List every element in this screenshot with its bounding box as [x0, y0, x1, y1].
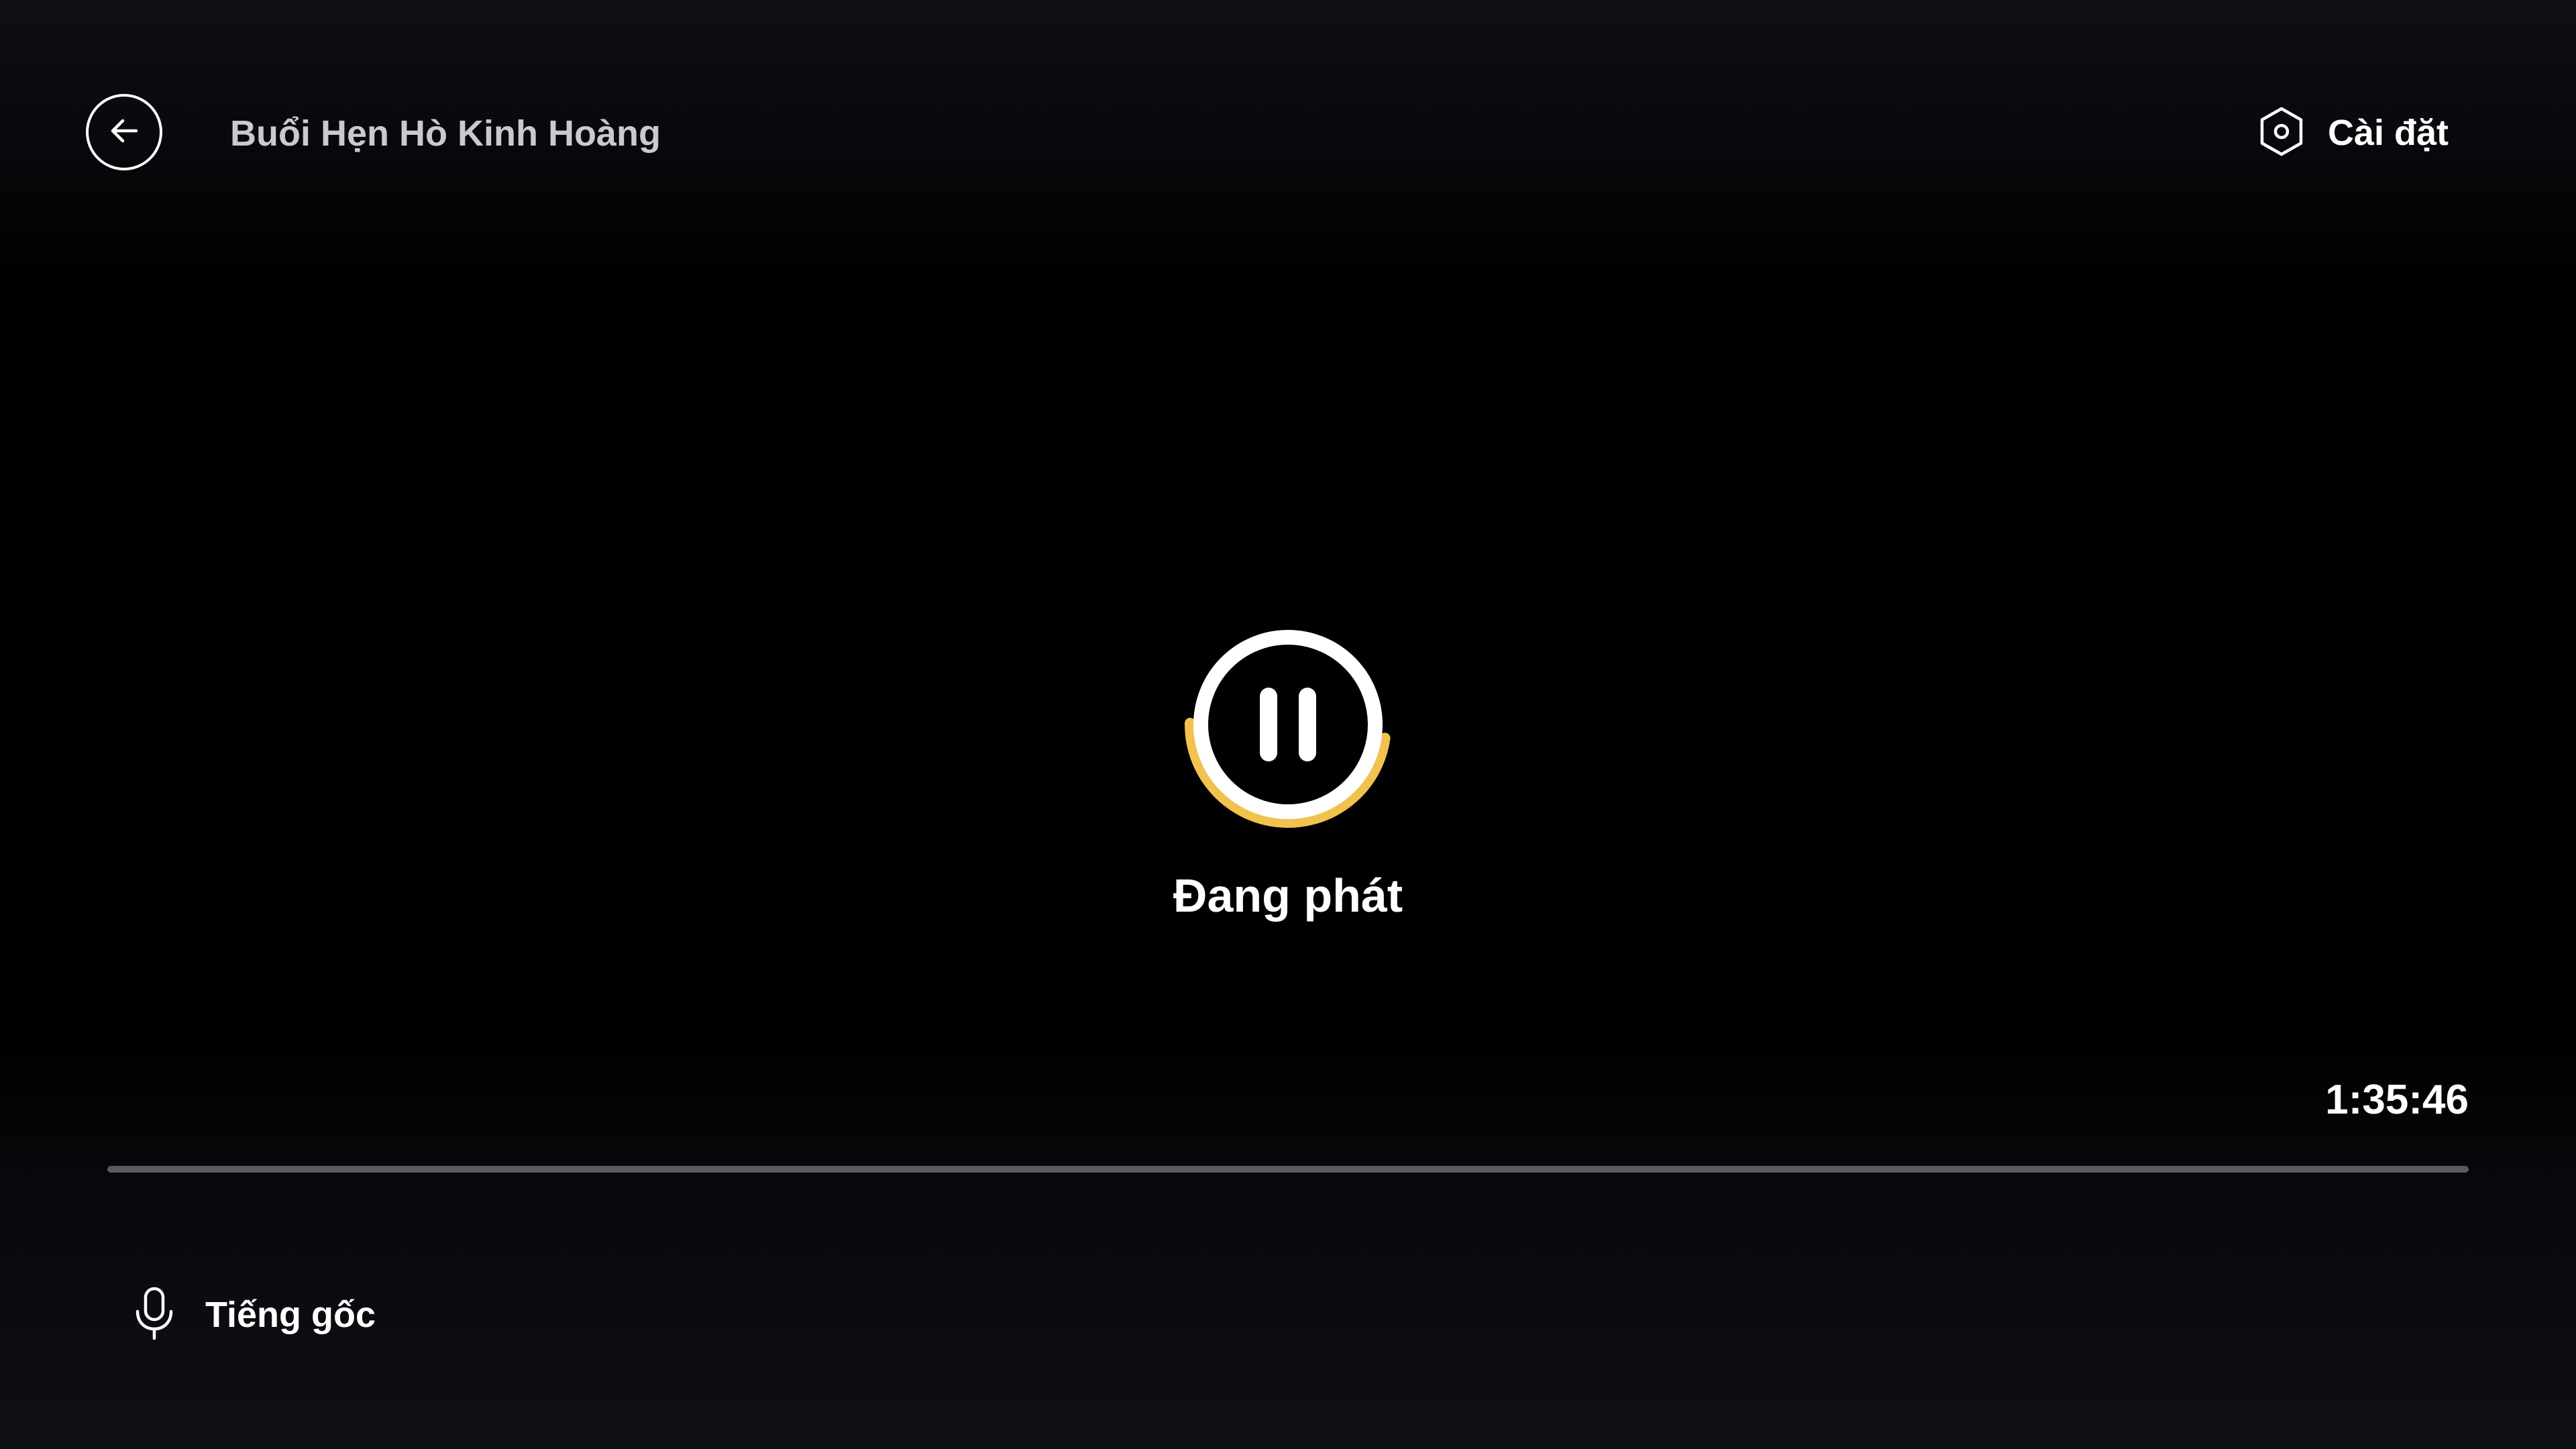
- pause-button-ring: [1193, 630, 1383, 819]
- microphone-icon: [127, 1285, 181, 1346]
- movie-title: Buổi Hẹn Hò Kinh Hoàng: [230, 113, 661, 154]
- audio-track-button[interactable]: Tiếng gốc: [127, 1285, 376, 1345]
- progress-bar[interactable]: [107, 1166, 2469, 1173]
- back-button[interactable]: [86, 94, 162, 170]
- audio-track-label: Tiếng gốc: [205, 1295, 376, 1335]
- pause-icon: [1260, 688, 1316, 761]
- settings-label: Cài đặt: [2327, 113, 2449, 153]
- pause-button[interactable]: [1181, 617, 1395, 832]
- video-player-screen: Buổi Hẹn Hò Kinh Hoàng Cài đặt Đang phát…: [0, 0, 2576, 1449]
- arrow-left-icon: [104, 111, 144, 154]
- loading-ring: [1185, 621, 1391, 828]
- bottom-gradient: [0, 1033, 2576, 1449]
- hexagon-gear-icon: [2258, 106, 2305, 160]
- settings-button[interactable]: Cài đặt: [2258, 105, 2449, 161]
- playback-status: Đang phát: [1173, 869, 1403, 922]
- time-remaining: 1:35:46: [2325, 1077, 2469, 1123]
